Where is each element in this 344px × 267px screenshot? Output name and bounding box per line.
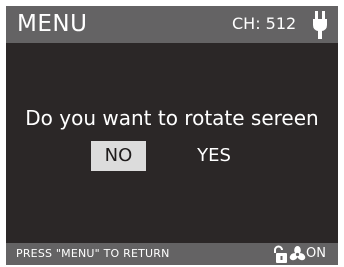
- plug-icon: [313, 11, 327, 39]
- no-option-button[interactable]: NO: [91, 141, 146, 171]
- rotate-screen-question: Do you want to rotate sereen: [25, 106, 319, 130]
- yes-option-button[interactable]: YES: [190, 141, 238, 171]
- fan-icon: [289, 246, 306, 261]
- fan-status-label: ON: [306, 246, 326, 261]
- footer-bar: PRESS "MENU" TO RETURN ON: [6, 243, 338, 265]
- header-bar: MENU CH: 512: [6, 6, 338, 43]
- menu-title: MENU: [17, 11, 88, 37]
- unlocked-padlock-icon: [274, 245, 287, 263]
- channel-readout: CH: 512: [232, 14, 297, 33]
- device-screen: MENU CH: 512 Do you want to rotate seree…: [6, 6, 338, 265]
- return-hint: PRESS "MENU" TO RETURN: [16, 247, 170, 260]
